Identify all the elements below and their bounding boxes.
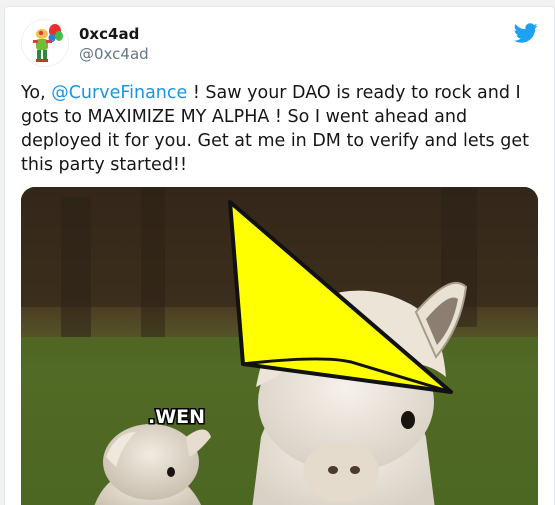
user-handle[interactable]: @0xc4ad — [79, 45, 149, 63]
tweet-card: 0xc4ad @0xc4ad Yo, @CurveFinance ! Saw y… — [4, 6, 555, 505]
twitter-bird-icon[interactable] — [513, 21, 538, 45]
tweet-text-prefix: Yo, — [21, 83, 52, 103]
tweet-text: Yo, @CurveFinance ! Saw your DAO is read… — [21, 81, 543, 177]
mention-link[interactable]: @CurveFinance — [51, 83, 187, 103]
wen-label: .WEN — [148, 406, 205, 428]
display-name[interactable]: 0xc4ad — [79, 25, 139, 43]
tweet-media-image[interactable]: .WEN — [21, 187, 538, 505]
avatar[interactable] — [21, 19, 69, 67]
avatar-illustration — [22, 20, 68, 66]
alpaca-photo: .WEN — [21, 187, 538, 505]
